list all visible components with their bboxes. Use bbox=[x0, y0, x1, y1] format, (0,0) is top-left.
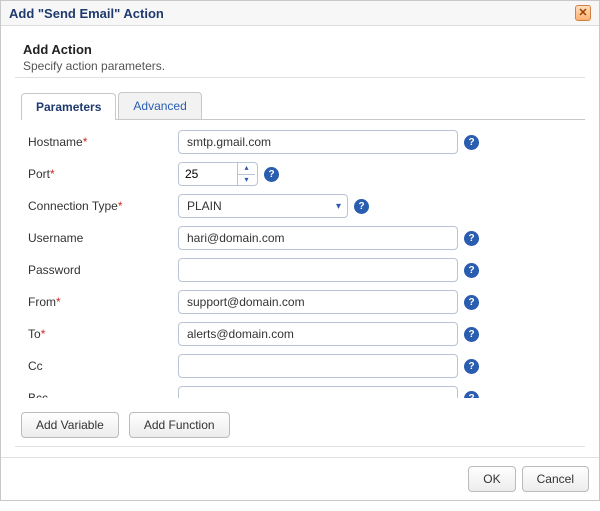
cancel-button[interactable]: Cancel bbox=[522, 466, 589, 492]
row-password: Password ? bbox=[28, 258, 577, 282]
label-bcc: Bcc bbox=[28, 391, 178, 398]
divider bbox=[15, 77, 585, 78]
help-icon[interactable]: ? bbox=[464, 359, 479, 374]
connection-type-value: PLAIN bbox=[187, 199, 222, 213]
row-cc: Cc ? bbox=[28, 354, 577, 378]
section-subtitle: Specify action parameters. bbox=[23, 59, 585, 73]
row-from: From* ? bbox=[28, 290, 577, 314]
tab-parameters[interactable]: Parameters bbox=[21, 93, 116, 120]
label-port-text: Port bbox=[28, 167, 50, 181]
help-icon[interactable]: ? bbox=[464, 263, 479, 278]
help-icon[interactable]: ? bbox=[464, 135, 479, 150]
required-mark: * bbox=[50, 167, 55, 181]
tab-bar: Parameters Advanced bbox=[21, 92, 585, 120]
row-connection-type: Connection Type* PLAIN ▾ ? bbox=[28, 194, 577, 218]
label-hostname-text: Hostname bbox=[28, 135, 83, 149]
label-from-text: From bbox=[28, 295, 56, 309]
connection-type-select[interactable]: PLAIN ▾ bbox=[178, 194, 348, 218]
row-to: To* ? bbox=[28, 322, 577, 346]
port-input[interactable] bbox=[179, 163, 237, 185]
required-mark: * bbox=[83, 135, 88, 149]
from-input[interactable] bbox=[178, 290, 458, 314]
password-input[interactable] bbox=[178, 258, 458, 282]
parameters-panel[interactable]: Hostname* ? Port* ▴ ▾ bbox=[15, 120, 585, 398]
label-to: To* bbox=[28, 327, 178, 341]
username-input[interactable] bbox=[178, 226, 458, 250]
help-icon[interactable]: ? bbox=[354, 199, 369, 214]
label-password: Password bbox=[28, 263, 178, 277]
help-icon[interactable]: ? bbox=[464, 391, 479, 399]
dialog-body: Add Action Specify action parameters. Pa… bbox=[1, 26, 599, 457]
help-icon[interactable]: ? bbox=[464, 295, 479, 310]
dialog-title: Add "Send Email" Action bbox=[9, 6, 164, 21]
helper-buttons: Add Variable Add Function bbox=[21, 412, 585, 438]
section-title: Add Action bbox=[23, 42, 585, 57]
row-hostname: Hostname* ? bbox=[28, 130, 577, 154]
add-function-button[interactable]: Add Function bbox=[129, 412, 230, 438]
dialog-header: Add "Send Email" Action ✕ bbox=[1, 1, 599, 26]
label-hostname: Hostname* bbox=[28, 135, 178, 149]
hostname-input[interactable] bbox=[178, 130, 458, 154]
label-port: Port* bbox=[28, 167, 178, 181]
chevron-down-icon: ▾ bbox=[336, 201, 341, 212]
to-input[interactable] bbox=[178, 322, 458, 346]
label-from: From* bbox=[28, 295, 178, 309]
ok-button[interactable]: OK bbox=[468, 466, 515, 492]
help-icon[interactable]: ? bbox=[464, 327, 479, 342]
add-variable-button[interactable]: Add Variable bbox=[21, 412, 119, 438]
bcc-input[interactable] bbox=[178, 386, 458, 398]
port-step-up[interactable]: ▴ bbox=[238, 163, 255, 175]
label-to-text: To bbox=[28, 327, 41, 341]
help-icon[interactable]: ? bbox=[264, 167, 279, 182]
label-connection-type-text: Connection Type bbox=[28, 199, 118, 213]
required-mark: * bbox=[118, 199, 123, 213]
help-icon[interactable]: ? bbox=[464, 231, 479, 246]
label-username: Username bbox=[28, 231, 178, 245]
port-stepper[interactable]: ▴ ▾ bbox=[178, 162, 258, 186]
close-icon[interactable]: ✕ bbox=[575, 5, 591, 21]
divider bbox=[15, 446, 585, 447]
row-port: Port* ▴ ▾ ? bbox=[28, 162, 577, 186]
label-connection-type: Connection Type* bbox=[28, 199, 178, 213]
dialog-add-send-email: Add "Send Email" Action ✕ Add Action Spe… bbox=[0, 0, 600, 501]
dialog-footer: OK Cancel bbox=[1, 457, 599, 500]
label-cc: Cc bbox=[28, 359, 178, 373]
required-mark: * bbox=[56, 295, 61, 309]
tab-advanced[interactable]: Advanced bbox=[118, 92, 201, 119]
required-mark: * bbox=[41, 327, 46, 341]
port-step-down[interactable]: ▾ bbox=[238, 175, 255, 186]
row-username: Username ? bbox=[28, 226, 577, 250]
row-bcc: Bcc ? bbox=[28, 386, 577, 398]
cc-input[interactable] bbox=[178, 354, 458, 378]
